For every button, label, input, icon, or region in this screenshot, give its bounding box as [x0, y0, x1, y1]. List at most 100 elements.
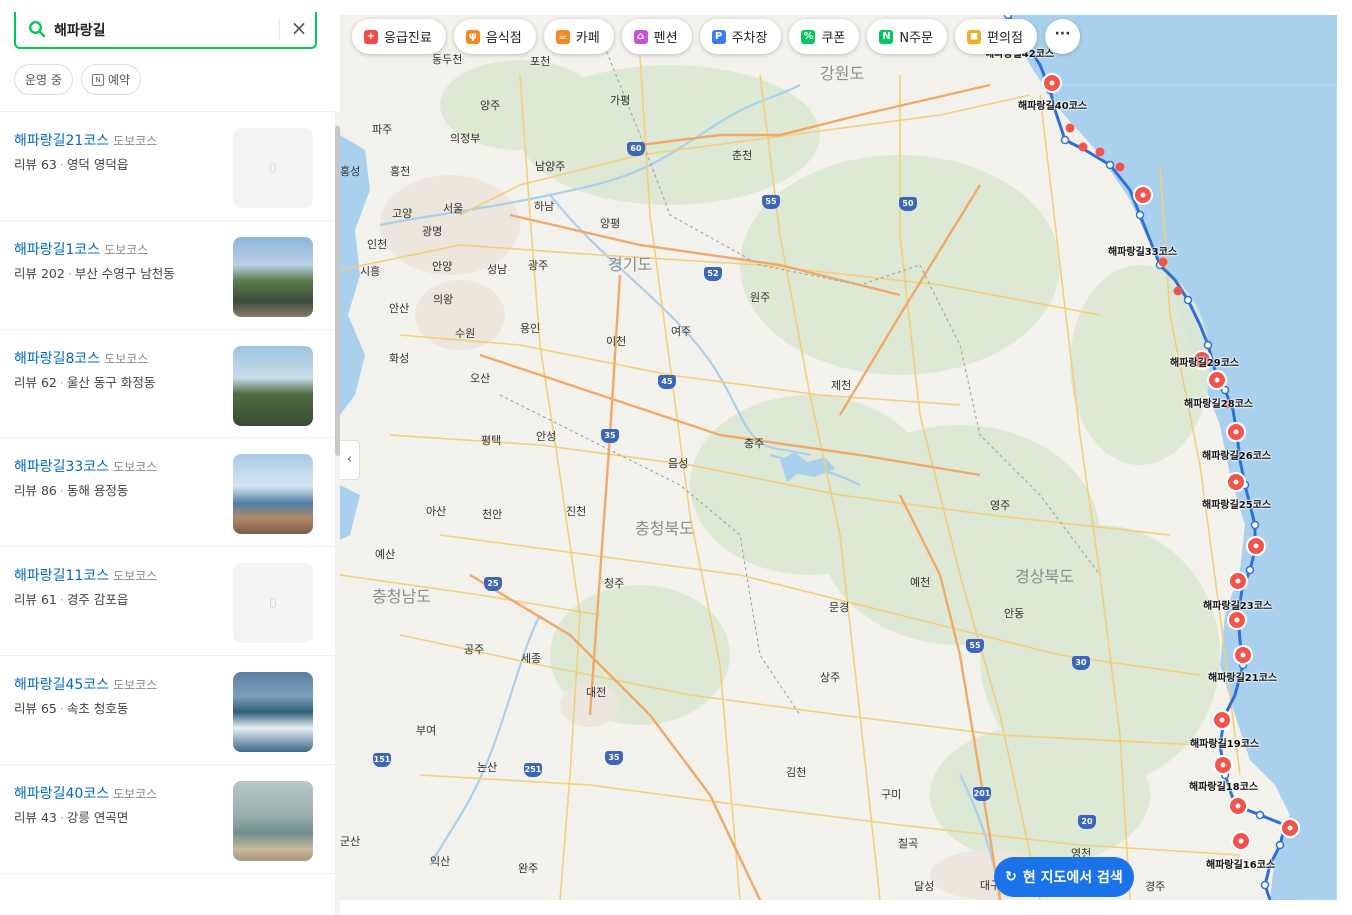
separator: ·	[67, 265, 72, 281]
city-label: 제천	[831, 379, 852, 392]
result-title[interactable]: 해파랑길8코스 도보코스	[14, 348, 148, 368]
result-name[interactable]: 해파랑길11코스	[14, 568, 109, 584]
city-label: 대전	[586, 686, 607, 699]
result-name[interactable]: 해파랑길8코스	[14, 351, 100, 367]
city-label: 구미	[881, 788, 902, 801]
course-label[interactable]: 해파랑길28코스	[1184, 395, 1253, 410]
result-title[interactable]: 해파랑길33코스 도보코스	[14, 456, 157, 476]
city-label: 아산	[426, 505, 447, 518]
course-point[interactable]	[1158, 257, 1168, 267]
result-list: 해파랑길21코스 도보코스 리뷰 63 · 영덕 영덕읍 해파랑길1코스 도보코스 리뷰…	[0, 112, 335, 874]
close-icon[interactable]: ×	[288, 17, 310, 39]
result-meta: 리뷰 63 · 영덕 영덕읍	[14, 154, 128, 173]
route-waypoint	[1275, 840, 1285, 850]
category-chip[interactable]: ☕ 카페	[543, 19, 614, 54]
course-label[interactable]: 해파랑길23코스	[1203, 597, 1272, 612]
search-this-area-button[interactable]: ↻ 현 지도에서 검색	[994, 857, 1134, 897]
category-chip[interactable]: ψ 음식점	[453, 19, 536, 54]
result-title[interactable]: 해파랑길40코스 도보코스	[14, 783, 157, 803]
city-label: 공주	[464, 643, 485, 656]
search-box[interactable]: 해파랑길 ×	[14, 12, 317, 49]
placeholder-icon	[270, 163, 276, 173]
result-thumbnail[interactable]	[233, 671, 313, 752]
review-count: 리뷰 65	[14, 700, 57, 716]
result-address: 경주 감포읍	[66, 592, 129, 608]
course-marker-dot	[1287, 825, 1293, 831]
highway-shield: 55	[966, 639, 984, 653]
result-address: 속초 청호동	[66, 700, 129, 716]
filter-reservation[interactable]: N 예약	[80, 64, 142, 95]
result-title[interactable]: 해파랑길21코스 도보코스	[14, 130, 157, 150]
result-thumbnail[interactable]	[233, 454, 313, 535]
bed-icon: ⌂	[633, 29, 648, 44]
result-address: 부산 수영구 남천동	[74, 265, 175, 281]
course-label[interactable]: 해파랑길33코스	[1108, 243, 1177, 258]
result-name[interactable]: 해파랑길21코스	[14, 133, 109, 149]
course-label[interactable]: 해파랑길25코스	[1202, 496, 1271, 511]
category-label: 카페	[575, 31, 600, 46]
result-name[interactable]: 해파랑길45코스	[14, 677, 109, 693]
map-app: 해파랑길 × 운영 중 N 예약 해파랑길21코스 도보코스 리뷰 63 · 영덕 영…	[0, 0, 1352, 915]
course-marker-dot	[1233, 479, 1239, 485]
category-chip[interactable]: ◼ 편의점	[955, 19, 1037, 54]
category-chip[interactable]: N N주문	[867, 19, 948, 54]
course-point[interactable]	[1095, 147, 1105, 157]
result-thumbnail[interactable]	[233, 236, 313, 317]
course-marker-dot	[1049, 80, 1055, 86]
list-item[interactable]: 해파랑길8코스 도보코스 리뷰 62 · 울산 동구 화정동	[0, 330, 335, 439]
result-thumbnail[interactable]	[233, 345, 313, 426]
route-waypoint	[1105, 160, 1115, 170]
course-point[interactable]	[1065, 123, 1075, 133]
course-marker-dot	[1240, 652, 1246, 658]
separator: ·	[59, 374, 64, 390]
result-meta: 리뷰 86 · 동해 용정동	[14, 480, 128, 499]
filter-label: 운영 중	[25, 73, 62, 87]
result-thumbnail[interactable]	[233, 563, 313, 644]
city-label: 하남	[534, 200, 555, 213]
course-point[interactable]	[1115, 162, 1125, 172]
course-label[interactable]: 해파랑길16코스	[1206, 856, 1275, 871]
result-meta: 리뷰 65 · 속초 청호동	[14, 698, 128, 717]
course-label[interactable]: 해파랑길18코스	[1189, 778, 1258, 793]
search-this-area-label: 현 지도에서 검색	[1022, 870, 1123, 886]
list-item[interactable]: 해파랑길40코스 도보코스 리뷰 43 · 강릉 연곡면	[0, 765, 335, 874]
list-item[interactable]: 해파랑길21코스 도보코스 리뷰 63 · 영덕 영덕읍	[0, 112, 335, 221]
more-categories-button[interactable]: ···	[1044, 19, 1080, 54]
category-chip[interactable]: + 응급진료	[352, 19, 446, 54]
category-chip[interactable]: P 주차장	[699, 19, 782, 54]
course-point[interactable]	[1078, 142, 1088, 152]
course-label[interactable]: 해파랑길21코스	[1208, 669, 1277, 684]
city-label: 군산	[340, 835, 361, 848]
result-name[interactable]: 해파랑길33코스	[14, 459, 109, 475]
result-title[interactable]: 해파랑길1코스 도보코스	[14, 239, 148, 259]
category-chip[interactable]: % 쿠폰	[789, 19, 860, 54]
result-thumbnail[interactable]	[233, 780, 313, 861]
result-name[interactable]: 해파랑길1코스	[14, 242, 100, 258]
course-label[interactable]: 해파랑길29코스	[1170, 354, 1239, 369]
result-category: 도보코스	[113, 460, 158, 475]
course-point[interactable]	[1173, 286, 1183, 296]
highway-shield: 50	[899, 197, 917, 211]
list-item[interactable]: 해파랑길45코스 도보코스 리뷰 65 · 속초 청호동	[0, 656, 335, 765]
highway-shield: 55	[762, 195, 780, 209]
filter-open-now[interactable]: 운영 중	[14, 64, 73, 95]
course-label[interactable]: 해파랑길40코스	[1018, 97, 1087, 112]
list-item[interactable]: 해파랑길11코스 도보코스 리뷰 61 · 경주 감포읍	[0, 547, 335, 656]
result-title[interactable]: 해파랑길45코스 도보코스	[14, 674, 157, 694]
category-label: 펜션	[653, 31, 678, 46]
course-label[interactable]: 해파랑길26코스	[1202, 447, 1271, 462]
category-chip[interactable]: ⌂ 펜션	[621, 19, 692, 54]
map-canvas[interactable]: 강원도 경기도 충청북도 경상북도 충청남도 동두천 포천 양주 가평 파주 의정부 남양주 춘천 홍천 고…	[340, 15, 1337, 900]
search-input[interactable]: 해파랑길	[54, 20, 106, 40]
result-title[interactable]: 해파랑길11코스 도보코스	[14, 565, 157, 585]
result-name[interactable]: 해파랑길40코스	[14, 786, 109, 802]
result-thumbnail[interactable]	[233, 128, 313, 208]
course-label[interactable]: 해파랑길19코스	[1190, 735, 1259, 750]
city-label: 천안	[482, 508, 503, 521]
city-label: 용인	[520, 322, 541, 335]
collapse-panel-button[interactable]: ‹	[340, 440, 360, 480]
city-label: 홍성	[340, 165, 361, 178]
route-waypoint	[1250, 520, 1260, 530]
list-item[interactable]: 해파랑길1코스 도보코스 리뷰 202 · 부산 수영구 남천동	[0, 221, 335, 330]
list-item[interactable]: 해파랑길33코스 도보코스 리뷰 86 · 동해 용정동	[0, 438, 335, 548]
